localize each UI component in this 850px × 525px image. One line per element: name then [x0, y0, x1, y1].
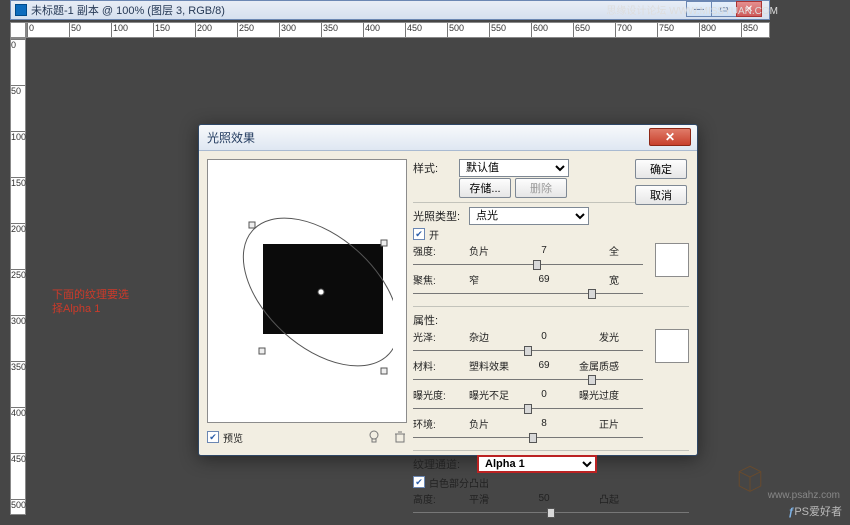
ruler-tick: 150 — [153, 23, 170, 37]
ruler-tick: 100 — [111, 23, 128, 37]
light-type-select[interactable]: 点光 — [469, 207, 589, 225]
annotation-line: 下面的纹理要选 — [52, 288, 162, 302]
material-slider[interactable]: 材料: 塑料效果 69 金属质感 — [413, 358, 643, 373]
ruler-tick: 350 — [321, 23, 338, 37]
preview-canvas[interactable] — [207, 159, 407, 423]
ruler-tick: 100 — [11, 131, 25, 142]
ruler-tick: 300 — [11, 315, 25, 326]
ruler-tick: 200 — [11, 223, 25, 234]
height-slider[interactable]: 高度: 平滑 50 凸起 — [413, 491, 689, 506]
ruler-tick: 400 — [363, 23, 380, 37]
ok-button[interactable]: 确定 — [635, 159, 687, 179]
ruler-tick: 600 — [531, 23, 548, 37]
ruler-tick: 800 — [699, 23, 716, 37]
ruler-corner — [10, 22, 26, 38]
texture-channel-label: 纹理通道: — [413, 456, 473, 472]
light-on-checkbox[interactable]: ✔ — [413, 228, 425, 240]
white-high-label: 白色部分凸出 — [429, 475, 489, 490]
preview-pane: ✔ 预览 — [207, 159, 407, 447]
app-frame: WWW.3DUX.COM 未标题-1 副本 @ 100% (图层 3, RGB/… — [0, 0, 850, 525]
ruler-tick: 500 — [447, 23, 464, 37]
cancel-button[interactable]: 取消 — [635, 185, 687, 205]
ruler-tick: 650 — [573, 23, 590, 37]
annotation-text: 下面的纹理要选 择Alpha 1 — [52, 288, 162, 316]
ruler-tick: 500 — [11, 499, 25, 510]
document-icon — [15, 4, 27, 16]
ruler-tick: 350 — [11, 361, 25, 372]
ambience-slider[interactable]: 环境: 负片 8 正片 — [413, 416, 643, 431]
ruler-tick: 700 — [615, 23, 632, 37]
ambient-color-swatch[interactable] — [655, 329, 689, 363]
ruler-tick: 150 — [11, 177, 25, 188]
watermark-bottom-right: ƒPS爱好者 — [788, 503, 842, 519]
preview-checkbox[interactable]: ✔ — [207, 431, 219, 443]
save-style-button[interactable]: 存储... — [459, 178, 511, 198]
ruler-tick: 400 — [11, 407, 25, 418]
style-label: 样式: — [413, 160, 455, 176]
document-title: 未标题-1 副本 @ 100% (图层 3, RGB/8) — [31, 2, 225, 18]
ruler-vertical: 0 50 100 150 200 250 300 350 400 450 500 — [10, 38, 26, 515]
ruler-tick: 450 — [11, 453, 25, 464]
style-select[interactable]: 默认值 — [459, 159, 569, 177]
ruler-tick: 50 — [11, 85, 25, 96]
intensity-slider[interactable]: 强度: 负片 7 全 — [413, 243, 643, 258]
ruler-horizontal: 0 50 100 150 200 250 300 350 400 450 500 550 600 650 7… — [26, 22, 770, 38]
light-color-swatch[interactable] — [655, 243, 689, 277]
texture-channel-select[interactable]: Alpha 1 — [477, 455, 597, 473]
exposure-slider[interactable]: 曝光度: 曝光不足 0 曝光过度 — [413, 387, 643, 402]
ruler-tick: 0 — [27, 23, 34, 37]
ruler-tick: 450 — [405, 23, 422, 37]
light-on-label: 开 — [429, 227, 439, 242]
delete-style-button: 删除 — [515, 178, 567, 198]
focus-slider[interactable]: 聚焦: 窄 69 宽 — [413, 272, 643, 287]
gloss-slider[interactable]: 光泽: 杂边 0 发光 — [413, 329, 643, 344]
ruler-tick: 50 — [69, 23, 81, 37]
properties-label: 属性: — [413, 312, 465, 328]
white-high-checkbox[interactable]: ✔ — [413, 476, 425, 488]
psahz-link: www.psahz.com — [768, 490, 840, 501]
ruler-tick: 200 — [195, 23, 212, 37]
ruler-tick: 250 — [237, 23, 254, 37]
dialog-titlebar[interactable]: 光照效果 — [199, 125, 697, 151]
ruler-tick: 0 — [11, 39, 25, 50]
dialog-title: 光照效果 — [207, 129, 255, 146]
forum-watermark: 思缘设计论坛 WWW.MISSYUAN.COM — [606, 2, 778, 17]
preview-label: 预览 — [223, 430, 243, 445]
ruler-tick: 850 — [741, 23, 758, 37]
ruler-tick: 550 — [489, 23, 506, 37]
lighting-effects-dialog: 光照效果 ✕ 确定 取消 — [198, 124, 698, 456]
dialog-close-button[interactable]: ✕ — [649, 128, 691, 146]
ruler-tick: 750 — [657, 23, 674, 37]
trash-icon[interactable] — [393, 430, 407, 444]
annotation-line: 择Alpha 1 — [52, 302, 162, 316]
3d-box-icon — [732, 459, 768, 495]
ruler-tick: 250 — [11, 269, 25, 280]
lightbulb-icon[interactable] — [367, 430, 381, 444]
light-type-label: 光照类型: — [413, 208, 465, 224]
ruler-tick: 300 — [279, 23, 296, 37]
